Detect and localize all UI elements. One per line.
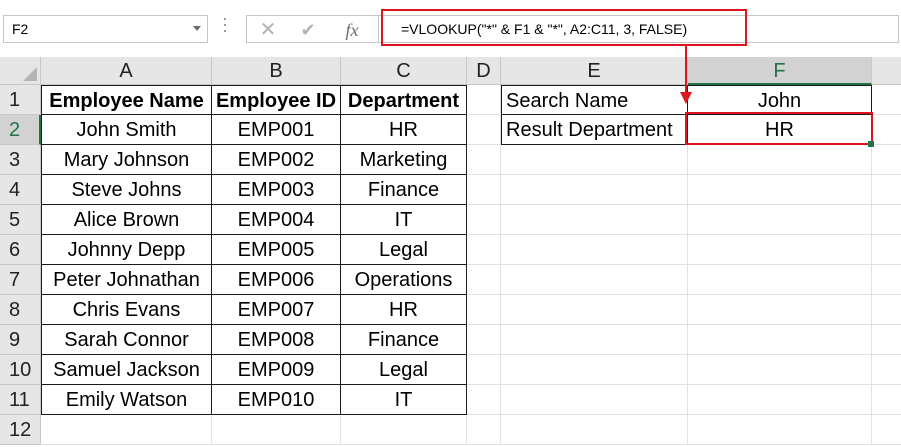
select-all-triangle-icon [23,67,37,81]
table-cell[interactable]: EMP002 [212,145,341,175]
table-cell[interactable]: HR [341,295,467,325]
formula-buttons: ✕ ✔ fx [246,15,378,43]
column-header-overflow [872,57,901,85]
column-header-b[interactable]: B [212,57,341,85]
formula-highlight-box [381,9,747,46]
row-header-6[interactable]: 6 [0,235,41,265]
table-cell[interactable]: John Smith [41,115,212,145]
lookup-label-cell[interactable]: Result Department [501,115,688,145]
table-cell[interactable]: Alice Brown [41,205,212,235]
row-header-7[interactable]: 7 [0,265,41,295]
table-cell[interactable]: Operations [341,265,467,295]
row-header-3[interactable]: 3 [0,145,41,175]
table-cell[interactable]: Finance [341,175,467,205]
chevron-down-icon[interactable] [193,26,201,31]
table-cell[interactable]: Johnny Depp [41,235,212,265]
table-cell[interactable]: Peter Johnathan [41,265,212,295]
row-header-12[interactable]: 12 [0,415,41,445]
name-box-value: F2 [12,21,28,37]
table-cell[interactable]: Legal [341,235,467,265]
table-cell[interactable]: EMP007 [212,295,341,325]
result-highlight-box [685,112,873,145]
gridline [41,444,901,445]
table-cell[interactable]: Emily Watson [41,385,212,415]
table-cell[interactable]: Sarah Connor [41,325,212,355]
check-icon[interactable]: ✔ [293,16,323,44]
lookup-label-cell[interactable]: Search Name [501,85,688,115]
row-header-2[interactable]: 2 [0,115,41,145]
table-cell[interactable]: Mary Johnson [41,145,212,175]
select-all-button[interactable] [0,57,41,85]
fill-handle[interactable] [868,141,874,147]
row-header-1[interactable]: 1 [0,85,41,115]
table-cell[interactable]: EMP005 [212,235,341,265]
table-cell[interactable]: Samuel Jackson [41,355,212,385]
row-header-4[interactable]: 4 [0,175,41,205]
formula-bar-grip[interactable] [224,18,226,40]
insert-function-button[interactable]: fx [337,16,367,44]
table-cell[interactable]: EMP010 [212,385,341,415]
table-cell[interactable]: IT [341,385,467,415]
formula-bar: F2 ✕ ✔ fx =VLOOKUP("*" & F1 & "*", A2:C1… [0,0,901,50]
name-box[interactable]: F2 [3,15,208,43]
column-header-c[interactable]: C [341,57,467,85]
table-header-cell[interactable]: Employee ID [212,85,341,115]
row-header-5[interactable]: 5 [0,205,41,235]
column-header-d[interactable]: D [467,57,501,85]
row-header-9[interactable]: 9 [0,325,41,355]
table-cell[interactable]: EMP006 [212,265,341,295]
row-header-11[interactable]: 11 [0,385,41,415]
table-cell[interactable]: Finance [341,325,467,355]
column-header-f[interactable]: F [688,57,872,85]
table-cell[interactable]: EMP004 [212,205,341,235]
table-cell[interactable]: Steve Johns [41,175,212,205]
table-cell[interactable]: EMP001 [212,115,341,145]
row-header-8[interactable]: 8 [0,295,41,325]
table-cell[interactable]: Legal [341,355,467,385]
table-header-cell[interactable]: Department [341,85,467,115]
table-cell[interactable]: HR [341,115,467,145]
table-cell[interactable]: IT [341,205,467,235]
table-cell[interactable]: EMP003 [212,175,341,205]
close-icon[interactable]: ✕ [253,16,283,44]
table-cell[interactable]: EMP008 [212,325,341,355]
table-cell[interactable]: EMP009 [212,355,341,385]
search-name-cell[interactable]: John [688,85,872,115]
table-cell[interactable]: Marketing [341,145,467,175]
table-cell[interactable]: Chris Evans [41,295,212,325]
column-header-e[interactable]: E [501,57,688,85]
table-header-cell[interactable]: Employee Name [41,85,212,115]
row-header-10[interactable]: 10 [0,355,41,385]
column-header-a[interactable]: A [41,57,212,85]
